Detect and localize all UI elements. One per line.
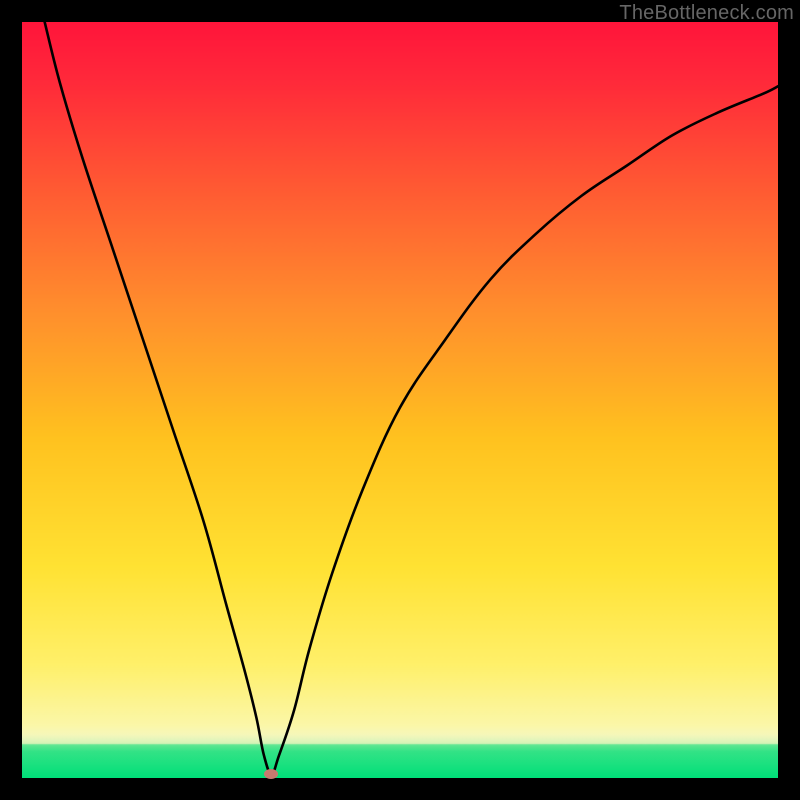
watermark-text: TheBottleneck.com xyxy=(619,2,794,25)
optimal-point-marker xyxy=(264,769,278,779)
chart-frame xyxy=(22,22,778,778)
gradient-background xyxy=(22,22,778,778)
